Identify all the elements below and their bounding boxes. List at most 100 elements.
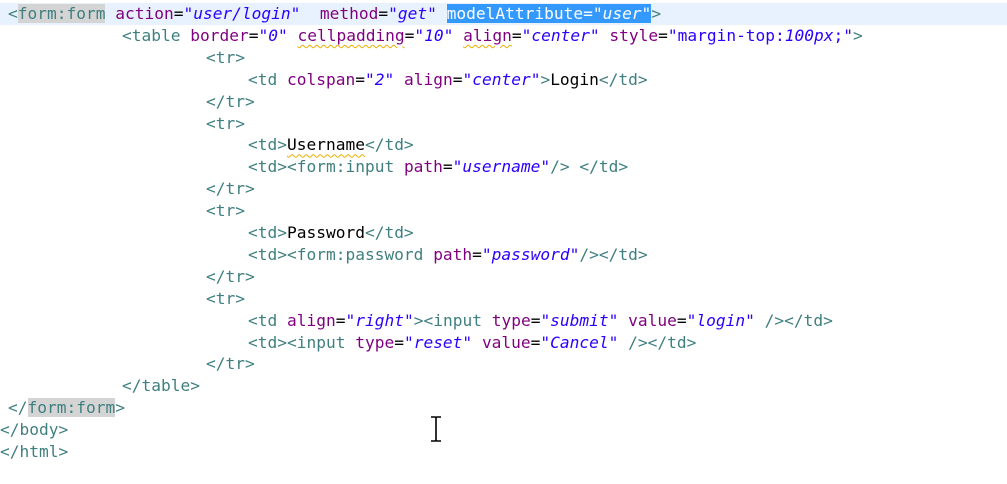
code-token-tag: </html>: [0, 442, 69, 461]
code-token-eq: =: [378, 4, 389, 23]
code-token-tag: </tr>: [206, 91, 255, 111]
code-line[interactable]: </form:form>: [0, 397, 1007, 419]
code-line[interactable]: <tr>: [0, 200, 1007, 222]
code-token-attr: colspan: [287, 69, 356, 89]
code-token-tag: <tr>: [206, 113, 245, 133]
code-line[interactable]: <table border="0" cellpadding="10" align…: [0, 25, 1007, 47]
code-token-attr: modelAttribute: [446, 4, 584, 23]
code-token-tag: >: [651, 4, 662, 23]
code-token-tag: </tr>: [206, 266, 255, 286]
code-token-tag: <td><form:password: [248, 244, 424, 264]
code-line[interactable]: <td>Username</td>: [0, 134, 1007, 156]
code-token-attr: path: [433, 244, 473, 264]
code-line[interactable]: </tr>: [0, 178, 1007, 200]
code-token-attr: style: [609, 25, 659, 45]
code-token-val: "2": [364, 69, 395, 89]
code-token-tag: >: [853, 25, 863, 45]
code-line[interactable]: <form:form action="user/login" method="g…: [0, 3, 1007, 25]
code-token-tag: <tr>: [206, 288, 245, 308]
code-token-tag: form:form: [17, 4, 106, 23]
code-line[interactable]: <td><form:password path="password"/></td…: [0, 244, 1007, 266]
code-token-txt: Login: [550, 69, 599, 89]
code-token-val: "username": [452, 157, 551, 177]
text-ibeam-cursor-icon: [431, 416, 441, 442]
code-token-tag: <td>: [248, 223, 287, 242]
code-token-attr: type: [491, 310, 531, 330]
code-editor[interactable]: <form:form action="user/login" method="g…: [0, 0, 1007, 484]
code-token-eq: =: [248, 25, 259, 45]
code-token-attr: action: [115, 4, 174, 23]
code-token-attr: border: [190, 25, 249, 45]
code-token-val: "get": [388, 4, 437, 23]
code-line[interactable]: <td><form:input path="username"/> </td>: [0, 156, 1007, 178]
code-token-tag: >: [540, 69, 551, 89]
code-token-tag: <td: [248, 310, 278, 330]
code-token-val: "Cancel": [540, 332, 619, 352]
code-token-eq: =: [530, 310, 541, 330]
code-token-attr: align: [403, 69, 453, 89]
code-token-txt: Password: [286, 223, 365, 242]
code-token-tag: form:form: [27, 398, 116, 418]
code-line[interactable]: <tr>: [0, 288, 1007, 310]
code-line[interactable]: <td><input type="reset" value="Cancel" /…: [0, 332, 1007, 354]
code-token-eq: =: [583, 4, 593, 23]
code-token-val: "center": [521, 25, 600, 45]
code-token-txt: Username: [286, 135, 365, 155]
code-token-attr: type: [355, 332, 395, 352]
code-token-tag: </: [8, 398, 28, 418]
code-token-val: "center": [462, 69, 541, 89]
code-token-tag: /></td>: [764, 310, 833, 330]
code-token-tag: <td>: [248, 135, 287, 155]
code-token-eq: =: [355, 69, 365, 89]
code-token-eq: =: [452, 69, 463, 89]
code-line[interactable]: </html>: [0, 441, 1007, 463]
code-token-tag: </tr>: [206, 179, 255, 199]
code-token-tag: <tr>: [206, 47, 245, 67]
code-line[interactable]: </tr>: [0, 91, 1007, 113]
code-token-val: "user/login": [183, 4, 301, 23]
code-token-val-s: ;": [833, 25, 854, 45]
code-line[interactable]: </tr>: [0, 353, 1007, 375]
code-token-val: "submit": [540, 310, 619, 330]
code-line[interactable]: </table>: [0, 375, 1007, 397]
code-token-tag: /></td>: [628, 332, 697, 352]
code-line[interactable]: <tr>: [0, 113, 1007, 135]
code-line[interactable]: <td align="right"><input type="submit" v…: [0, 310, 1007, 332]
code-line[interactable]: <tr>: [0, 47, 1007, 69]
code-token-attr: align: [287, 310, 336, 330]
code-token-val: "user": [592, 4, 652, 23]
code-token-val: 100px: [784, 25, 834, 45]
code-line[interactable]: <td>Password</td>: [0, 222, 1007, 244]
code-token-eq: =: [442, 157, 453, 177]
code-token-attr: align: [463, 25, 512, 45]
code-token-val: "right": [345, 310, 414, 330]
code-token-tag: <td: [248, 69, 278, 89]
code-token-eq: =: [658, 25, 668, 45]
code-token-val: "reset": [403, 332, 473, 352]
code-token-eq: =: [173, 4, 184, 23]
code-token-tag: <tr>: [206, 201, 245, 221]
code-token-val: "0": [258, 25, 288, 45]
code-token-eq: =: [676, 310, 687, 330]
code-token-tag: <table: [122, 25, 181, 45]
code-token-val-s: "margin-top:: [667, 25, 785, 45]
code-line[interactable]: </body>: [0, 419, 1007, 441]
code-line[interactable]: </tr>: [0, 266, 1007, 288]
code-token-attr: path: [403, 157, 443, 177]
code-token-tag: <td><input: [248, 332, 346, 352]
code-token-tag: ><input: [413, 310, 482, 330]
code-line[interactable]: <td colspan="2" align="center">Login</td…: [0, 69, 1007, 91]
